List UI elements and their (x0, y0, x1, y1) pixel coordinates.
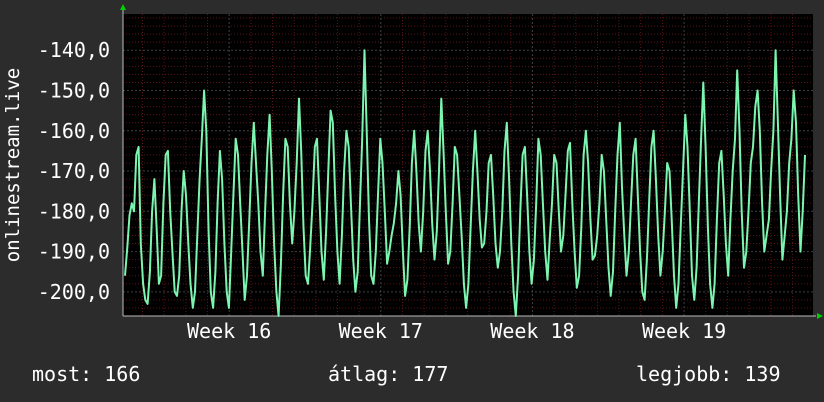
y-axis-label: onlinestream.live (2, 68, 24, 262)
legend-average-value: átlag: 177 (328, 362, 449, 386)
y-tick-labels: -140,0 -150,0 -160,0 -170,0 -180,0 -190,0 -200… (38, 38, 110, 304)
chart: -140,0 -150,0 -160,0 -170,0 -180,0 -190,0 -200… (2, 4, 823, 343)
y-tick-label: -150,0 (38, 79, 110, 103)
x-tick-label: Week 19 (642, 319, 726, 343)
x-tick-label: Week 18 (490, 319, 574, 343)
x-tick-label: Week 17 (339, 319, 423, 343)
x-tick-labels: Week 16 Week 17 Week 18 Week 19 (187, 319, 726, 343)
y-tick-label: -140,0 (38, 38, 110, 62)
x-tick-label: Week 16 (187, 319, 271, 343)
y-tick-label: -160,0 (38, 119, 110, 143)
legend-best-value: legjobb: 139 (636, 362, 781, 386)
y-tick-label: -170,0 (38, 159, 110, 183)
y-tick-label: -180,0 (38, 199, 110, 223)
y-axis-arrow (120, 4, 126, 10)
y-tick-label: -190,0 (38, 240, 110, 264)
y-tick-label: -200,0 (38, 280, 110, 304)
legend-current-value: most: 166 (32, 362, 141, 386)
x-axis-arrow (817, 313, 823, 319)
